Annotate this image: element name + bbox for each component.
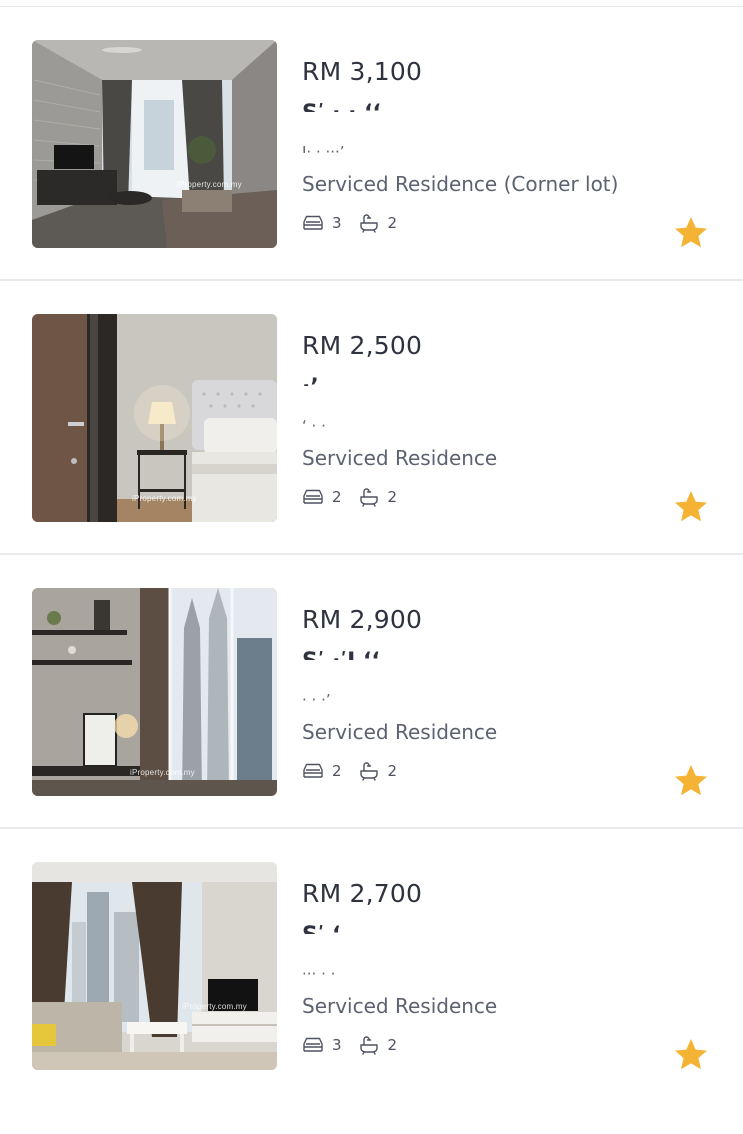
listing-specs: 3 2 bbox=[302, 212, 413, 234]
property-type: Serviced Residence bbox=[302, 994, 498, 1018]
bedroom-count: 2 bbox=[332, 762, 342, 780]
listing-photo[interactable]: iProperty.com.my bbox=[32, 588, 277, 796]
star-icon[interactable] bbox=[672, 762, 710, 800]
listing-name: Sʹ · · ‘‘ bbox=[302, 103, 381, 112]
listing-address: · · ·’ bbox=[302, 693, 331, 701]
listing-card[interactable]: iProperty.com.my RM 3,100 Sʹ · · ‘‘ I· ·… bbox=[0, 7, 743, 281]
listing-price: RM 2,900 bbox=[302, 605, 423, 634]
bed-icon bbox=[302, 213, 324, 233]
bathroom-count: 2 bbox=[387, 762, 398, 780]
listing-price: RM 3,100 bbox=[302, 57, 423, 86]
bed-icon bbox=[302, 487, 324, 507]
bathtub-icon bbox=[358, 761, 380, 781]
listing-photo[interactable]: iProperty.com.my bbox=[32, 862, 277, 1070]
listing-specs: 2 2 bbox=[302, 486, 413, 508]
photo-watermark: iProperty.com.my bbox=[130, 768, 195, 777]
listing-specs: 3 2 bbox=[302, 1034, 413, 1056]
bathtub-icon bbox=[358, 213, 380, 233]
star-icon[interactable] bbox=[672, 488, 710, 526]
listing-price: RM 2,500 bbox=[302, 331, 423, 360]
bathroom-count: 2 bbox=[387, 1036, 398, 1054]
photo-watermark: iProperty.com.my bbox=[132, 494, 197, 503]
star-icon[interactable] bbox=[672, 214, 710, 252]
photo-watermark: iProperty.com.my bbox=[177, 180, 242, 189]
bedroom-count: 3 bbox=[332, 214, 342, 232]
listing-name: Sʹ ‘ bbox=[302, 925, 341, 934]
bathroom-count: 2 bbox=[387, 488, 398, 506]
listing-name: Sʹ ·ʹI ‘‘ bbox=[302, 651, 380, 660]
listing-price: RM 2,700 bbox=[302, 879, 423, 908]
property-type: Serviced Residence (Corner lot) bbox=[302, 172, 619, 196]
bathtub-icon bbox=[358, 1035, 380, 1055]
listing-card[interactable]: iProperty.com.my RM 2,700 Sʹ ‘ ··· · · S… bbox=[0, 829, 743, 1103]
listing-address: I· · ···’ bbox=[302, 145, 345, 153]
listing-specs: 2 2 bbox=[302, 760, 413, 782]
bathtub-icon bbox=[358, 487, 380, 507]
star-icon[interactable] bbox=[672, 1036, 710, 1074]
listing-address: ‘ · · bbox=[302, 419, 326, 427]
bed-icon bbox=[302, 761, 324, 781]
listing-photo[interactable]: iProperty.com.my bbox=[32, 314, 277, 522]
listing-name: ·ʼ bbox=[302, 377, 319, 386]
listing-card[interactable]: iProperty.com.my RM 2,900 Sʹ ·ʹI ‘‘ · · … bbox=[0, 555, 743, 829]
listing-photo[interactable]: iProperty.com.my bbox=[32, 40, 277, 248]
property-type: Serviced Residence bbox=[302, 446, 498, 470]
property-type: Serviced Residence bbox=[302, 720, 498, 744]
bedroom-count: 2 bbox=[332, 488, 342, 506]
bed-icon bbox=[302, 1035, 324, 1055]
photo-watermark: iProperty.com.my bbox=[182, 1002, 247, 1011]
bedroom-count: 3 bbox=[332, 1036, 342, 1054]
listing-address: ··· · · bbox=[302, 967, 335, 975]
listing-card[interactable]: iProperty.com.my RM 2,500 ·ʼ ‘ · · Servi… bbox=[0, 281, 743, 555]
bathroom-count: 2 bbox=[387, 214, 398, 232]
